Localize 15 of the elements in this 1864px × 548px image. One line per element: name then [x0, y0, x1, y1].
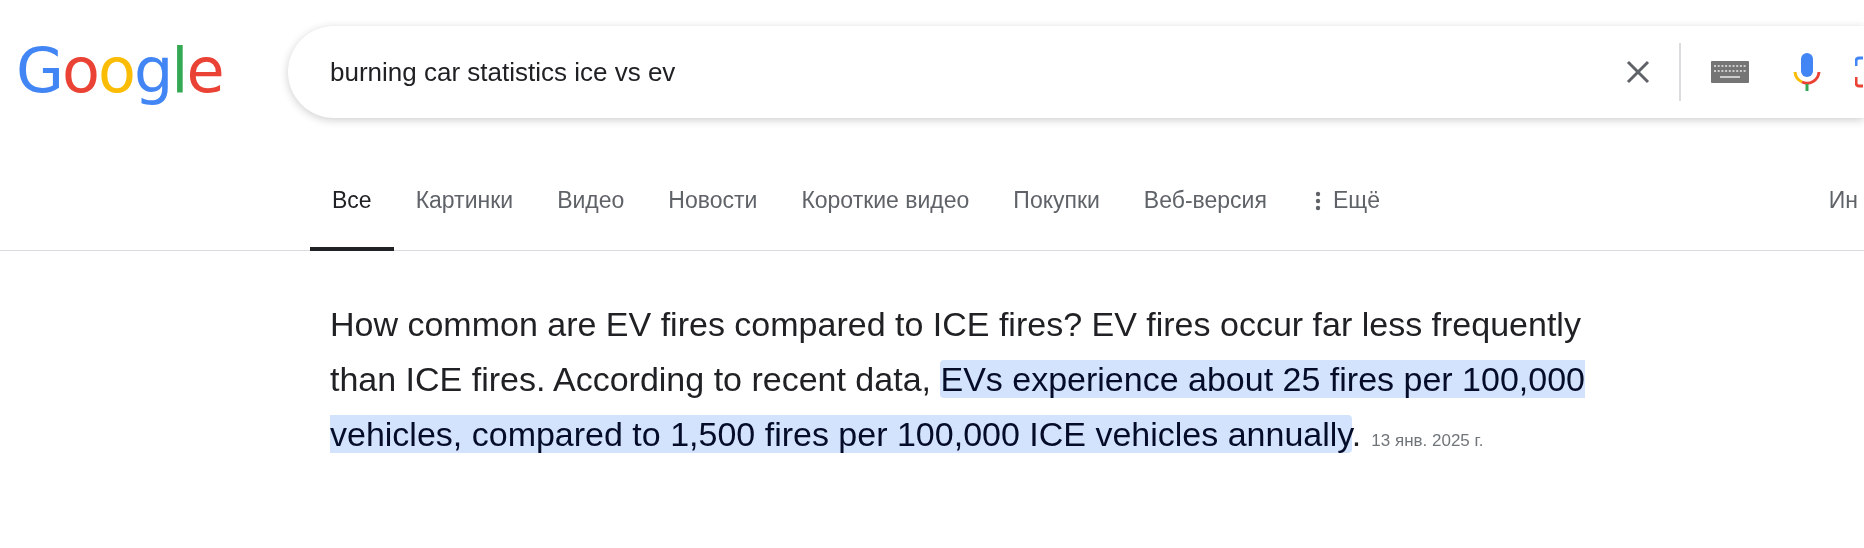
search-input[interactable]: burning car statistics ice vs ev [330, 56, 1625, 88]
more-icon [1314, 190, 1321, 211]
search-tab[interactable]: Покупки [991, 146, 1122, 251]
search-tab[interactable]: Картинки [393, 146, 536, 251]
close-icon[interactable] [1625, 59, 1651, 85]
search-tab[interactable]: Веб-версия [1121, 146, 1289, 251]
search-tab[interactable]: Видео [535, 146, 647, 251]
tools-tab[interactable]: Ин [1806, 146, 1864, 251]
microphone-icon[interactable] [1792, 52, 1822, 92]
more-tab[interactable]: Ещё [1288, 146, 1402, 251]
search-tab[interactable]: Новости [646, 146, 780, 251]
keyboard-icon[interactable] [1711, 61, 1749, 83]
search-tab[interactable]: Все [310, 146, 394, 251]
camera-icon[interactable] [1855, 55, 1864, 89]
search-tab[interactable]: Короткие видео [779, 146, 992, 251]
